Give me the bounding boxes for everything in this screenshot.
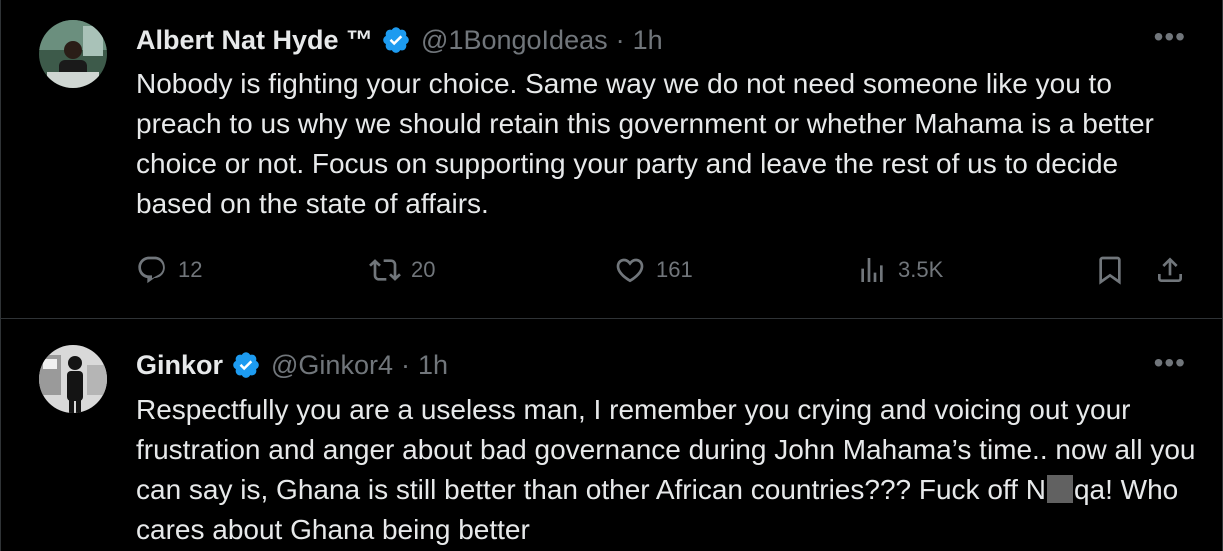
user-handle[interactable]: @1BongoIdeas — [421, 25, 608, 56]
avatar[interactable] — [39, 20, 107, 88]
reply-count: 12 — [178, 257, 203, 282]
bookmark-icon — [1099, 256, 1121, 285]
avatar[interactable] — [39, 345, 107, 413]
views-chart-icon — [861, 258, 883, 282]
tweet-header: Ginkor @Ginkor4 · 1h — [136, 345, 448, 385]
like-button[interactable]: 161 — [614, 254, 693, 286]
tweet-text: Nobody is fighting your choice. Same way… — [136, 68, 1154, 219]
share-button[interactable] — [1154, 254, 1196, 286]
separator-dot: · — [615, 24, 625, 55]
tweet-actions: 12 20 161 3.5K — [136, 254, 1196, 294]
view-count: 3.5K — [898, 257, 944, 282]
timeline: Albert Nat Hyde ™ @1BongoIdeas · 1h ••• … — [0, 0, 1223, 551]
reply-icon — [138, 256, 165, 284]
share-icon — [1158, 257, 1182, 282]
tweet-text: Respectfully you are a useless man, I re… — [136, 390, 1196, 550]
reply-button[interactable]: 12 — [136, 254, 202, 286]
like-count: 161 — [656, 257, 693, 282]
tweet-header: Albert Nat Hyde ™ @1BongoIdeas · 1h — [136, 20, 663, 60]
tweet-text-part: Respectfully you are a useless man, I re… — [136, 394, 1196, 505]
display-name[interactable]: Ginkor — [136, 350, 223, 381]
display-name[interactable]: Albert Nat Hyde ™ — [136, 25, 373, 56]
retweet-button[interactable]: 20 — [369, 254, 435, 286]
tweet[interactable]: Albert Nat Hyde ™ @1BongoIdeas · 1h ••• … — [1, 0, 1222, 319]
retweet-count: 20 — [411, 257, 436, 282]
bookmark-button[interactable] — [1094, 254, 1136, 286]
tweet[interactable]: Ginkor @Ginkor4 · 1h ••• Respectfully yo… — [1, 319, 1222, 551]
more-options-button[interactable]: ••• — [1154, 23, 1186, 51]
views-button[interactable]: 3.5K — [856, 254, 943, 286]
user-handle[interactable]: @Ginkor4 — [271, 350, 393, 381]
timestamp[interactable]: 1h — [633, 25, 663, 56]
verified-badge-icon — [231, 350, 261, 380]
separator-dot: · — [400, 349, 410, 380]
heart-icon — [616, 258, 644, 283]
timestamp[interactable]: 1h — [418, 350, 448, 381]
more-options-button[interactable]: ••• — [1154, 349, 1186, 377]
retweet-icon — [369, 259, 401, 281]
redaction-block — [1046, 475, 1073, 503]
verified-badge-icon — [381, 25, 411, 55]
